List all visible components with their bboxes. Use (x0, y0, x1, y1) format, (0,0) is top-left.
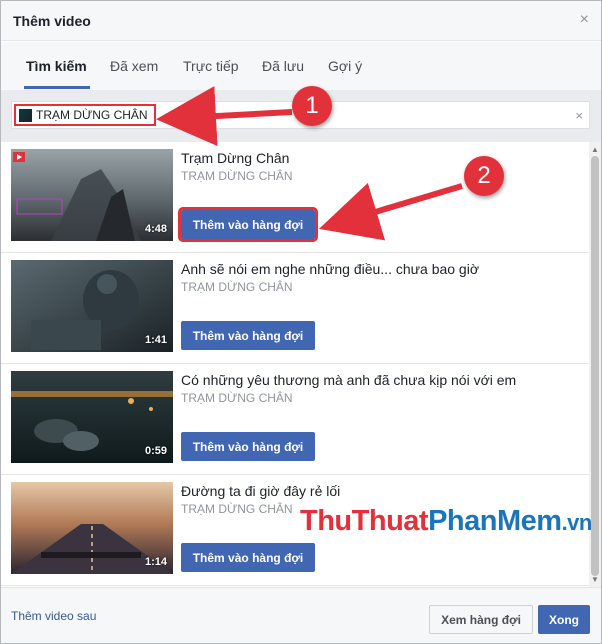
search-query-text: TRẠM DỪNG CHÂN (36, 108, 148, 122)
add-to-queue-button[interactable]: Thêm vào hàng đợi (178, 207, 318, 242)
video-thumbnail[interactable]: 4:48 (11, 149, 173, 241)
watermark-logo: ThuThuatPhanMem.vn (300, 505, 592, 537)
scroll-down-icon[interactable]: ▼ (591, 575, 599, 584)
channel-thumbnail (19, 109, 32, 122)
video-title[interactable]: Trạm Dừng Chân (181, 150, 289, 166)
dialog-header: Thêm video × (1, 1, 601, 41)
channel-name: TRẠM DỪNG CHÂN (181, 391, 293, 405)
active-tab-indicator (24, 86, 90, 89)
add-to-queue-button[interactable]: Thêm vào hàng đợi (181, 432, 315, 461)
tab-suggested[interactable]: Gợi ý (328, 58, 362, 74)
scrollbar-thumb[interactable] (591, 156, 599, 576)
channel-name: TRẠM DỪNG CHÂN (181, 169, 293, 183)
tab-watched[interactable]: Đã xem (110, 58, 158, 74)
video-title[interactable]: Anh sẽ nói em nghe những điều... chưa ba… (181, 261, 479, 277)
search-query-chip[interactable]: TRẠM DỪNG CHÂN (14, 104, 156, 126)
add-to-queue-button[interactable]: Thêm vào hàng đợi (181, 543, 315, 572)
tab-bar: Tìm kiếm Đã xem Trực tiếp Đã lưu Gợi ý (1, 42, 601, 90)
video-thumbnail[interactable]: 1:14 (11, 482, 173, 574)
video-duration: 1:41 (144, 334, 167, 346)
channel-name: TRẠM DỪNG CHÂN (181, 280, 293, 294)
video-thumbnail[interactable]: 1:41 (11, 260, 173, 352)
list-item[interactable]: 1:41 Anh sẽ nói em nghe những điều... ch… (1, 253, 589, 364)
done-button[interactable]: Xong (538, 605, 590, 634)
view-queue-button[interactable]: Xem hàng đợi (429, 605, 533, 634)
tab-saved[interactable]: Đã lưu (262, 58, 304, 74)
annotation-step-1: 1 (292, 86, 332, 126)
add-to-queue-button[interactable]: Thêm vào hàng đợi (181, 321, 315, 350)
video-title[interactable]: Đường ta đi giờ đây rẻ lối (181, 483, 340, 499)
clear-search-icon[interactable]: × (575, 108, 583, 123)
dialog-title: Thêm video (13, 13, 91, 29)
video-duration: 4:48 (144, 223, 167, 235)
add-video-later-link[interactable]: Thêm video sau (11, 609, 96, 623)
video-thumbnail[interactable]: 0:59 (11, 371, 173, 463)
list-item[interactable]: 0:59 Có những yêu thương mà anh đã chưa … (1, 364, 589, 475)
annotation-step-2: 2 (464, 156, 504, 196)
channel-name: TRẠM DỪNG CHÂN (181, 502, 293, 516)
video-title[interactable]: Có những yêu thương mà anh đã chưa kịp n… (181, 372, 516, 388)
tab-live[interactable]: Trực tiếp (183, 58, 239, 74)
close-icon[interactable]: × (580, 11, 589, 29)
video-duration: 1:14 (144, 556, 167, 568)
list-item[interactable]: 4:48 Trạm Dừng Chân TRẠM DỪNG CHÂN Thêm … (1, 142, 589, 253)
scroll-up-icon[interactable]: ▲ (591, 145, 599, 154)
video-duration: 0:59 (144, 445, 167, 457)
tab-search[interactable]: Tìm kiếm (26, 58, 87, 74)
dialog-footer: Thêm video sau Xem hàng đợi Xong (1, 587, 601, 643)
